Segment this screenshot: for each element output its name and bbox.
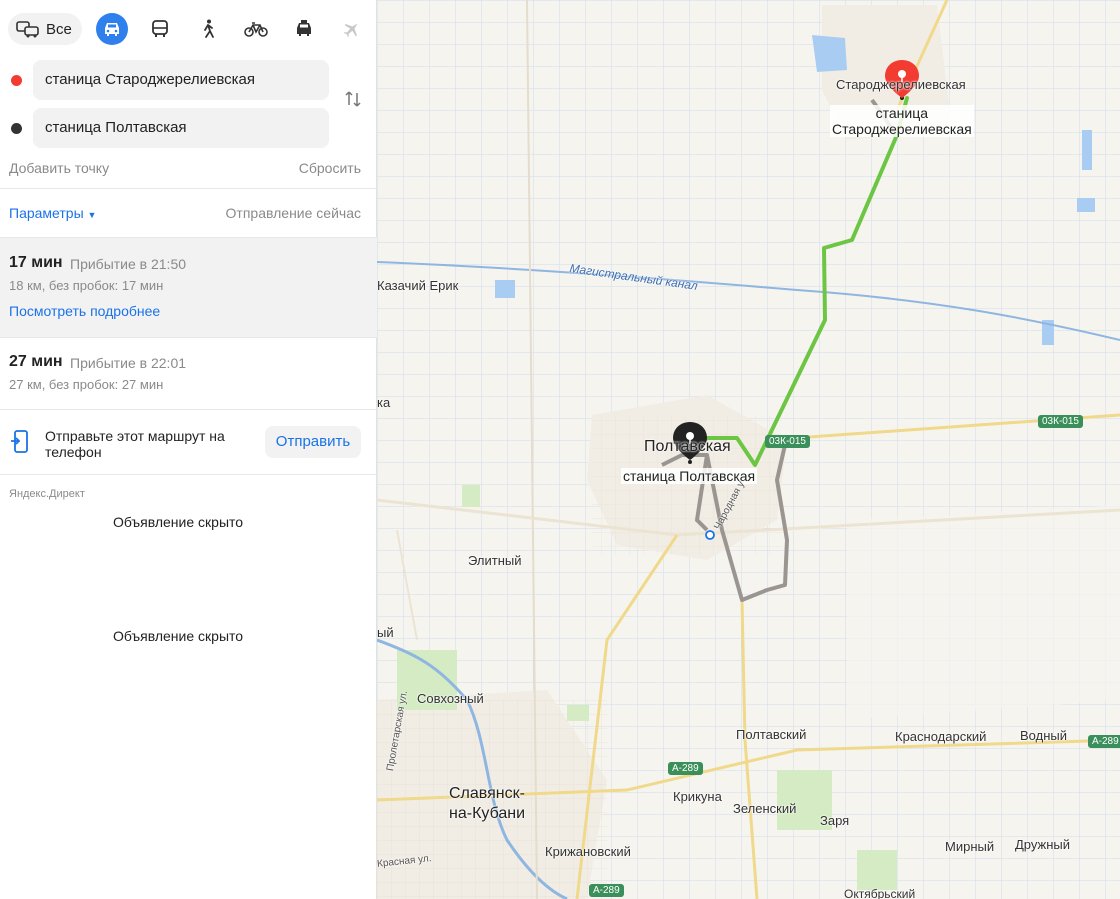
map-label-city: Славянск- (449, 785, 525, 802)
map-label-village: Дружный (1015, 837, 1071, 852)
bike-icon (244, 22, 268, 37)
stop-label-line: станица (875, 105, 929, 121)
mode-car-button[interactable] (95, 13, 128, 45)
route-distance: 27 км, без пробок: 27 мин (9, 377, 164, 392)
route-details-link[interactable]: Посмотреть подробнее (9, 303, 160, 319)
route-point-from: станица Староджерелиевская (0, 60, 335, 100)
map-label-city: на-Кубани (449, 805, 526, 822)
plane-icon (343, 23, 358, 38)
params-dropdown[interactable]: Параметры ▼ (9, 205, 96, 221)
map-stop-label-origin: станица Староджерелиевская (830, 105, 974, 137)
swap-points-icon[interactable] (343, 89, 363, 109)
add-point-button[interactable]: Добавить точку (9, 160, 109, 176)
road-shield: 03К-015 (765, 435, 810, 448)
route-time: 27 мин (9, 353, 63, 370)
transport-modes: Все (8, 11, 368, 47)
map-label-village: Зеленский (733, 801, 797, 816)
map-label-village: Полтавский (736, 727, 807, 742)
mode-taxi-button[interactable] (288, 13, 320, 45)
map-label-village: Мирный (945, 839, 995, 854)
map-label-village: Краснодарский (895, 729, 987, 744)
destination-dot-icon (11, 123, 22, 134)
road-shield: А-289 (589, 884, 624, 897)
divider (0, 188, 377, 189)
params-label: Параметры (9, 205, 84, 221)
from-input[interactable]: станица Староджерелиевская (33, 60, 329, 100)
map-label-village: Крижановский (545, 844, 631, 859)
map-label-village: Октябрьский (844, 887, 916, 899)
route-option-2[interactable]: 27 мин Прибытие в 22:01 27 км, без пробо… (0, 338, 377, 409)
route-time: 17 мин (9, 254, 63, 271)
map-canvas[interactable] (377, 0, 1120, 899)
point-actions-row: Добавить точку Сбросить (9, 160, 361, 176)
map-view[interactable]: Староджерелиевская станица Староджерелие… (377, 0, 1120, 899)
params-row: Параметры ▼ Отправление сейчас (9, 205, 361, 221)
taxi-icon (296, 20, 311, 36)
route-arrival: Прибытие в 22:01 (70, 355, 187, 371)
route-distance: 18 км, без пробок: 17 мин (9, 278, 164, 293)
route-arrival: Прибытие в 21:50 (70, 256, 187, 272)
mode-walk-button[interactable] (192, 13, 224, 45)
origin-dot-icon (11, 75, 22, 86)
send-to-phone: Отправьте этот маршрут на телефон Отправ… (0, 410, 377, 474)
map-label-town: Староджерелиевская (836, 77, 966, 92)
ad-hidden-notice: Объявление скрыто (112, 514, 244, 530)
map-label-edge: ый (377, 625, 394, 640)
mode-bike-button[interactable] (240, 13, 272, 45)
map-label-village: Элитный (468, 553, 522, 568)
mode-all-button[interactable]: Все (8, 13, 82, 45)
map-label-village: Крикуна (673, 789, 722, 804)
mode-bus-button[interactable] (144, 13, 176, 45)
road-shield: А-289 (668, 762, 703, 775)
map-label-edge: ка (377, 395, 391, 410)
ad-source-label: Яндекс.Директ (9, 488, 85, 500)
mode-plane-button[interactable] (336, 13, 368, 45)
road-shield: 03К-015 (1038, 415, 1083, 428)
departure-time-button[interactable]: Отправление сейчас (226, 205, 361, 221)
map-label-village: Совхозный (417, 691, 484, 706)
walk-icon (203, 19, 214, 38)
car-icon (104, 23, 119, 36)
mode-all-label: Все (46, 20, 72, 38)
route-option-1[interactable]: 17 мин Прибытие в 21:50 18 км, без пробо… (0, 238, 377, 337)
to-input[interactable]: станица Полтавская (33, 108, 329, 148)
map-label-village: Водный (1020, 728, 1067, 743)
map-label-village: Казачий Ерик (377, 278, 459, 293)
reset-button[interactable]: Сбросить (299, 160, 361, 176)
send-route-text: Отправьте этот маршрут на телефон (45, 428, 225, 460)
stop-label-line: Староджерелиевская (832, 121, 972, 137)
route-panel: Все станица Староджерелиевская станица П… (0, 0, 377, 899)
bus-icon (151, 20, 168, 37)
phone-send-icon (11, 430, 28, 453)
map-label-village: Заря (820, 813, 850, 828)
route-point-to: станица Полтавская (0, 108, 335, 148)
all-modes-icon (16, 21, 39, 38)
send-button[interactable]: Отправить (265, 426, 361, 458)
map-label-town: Полтавская (644, 438, 731, 455)
ad-hidden-notice: Объявление скрыто (112, 628, 244, 644)
road-shield: А-289 (1088, 735, 1120, 748)
chevron-down-icon: ▼ (87, 210, 97, 220)
divider (0, 474, 377, 475)
